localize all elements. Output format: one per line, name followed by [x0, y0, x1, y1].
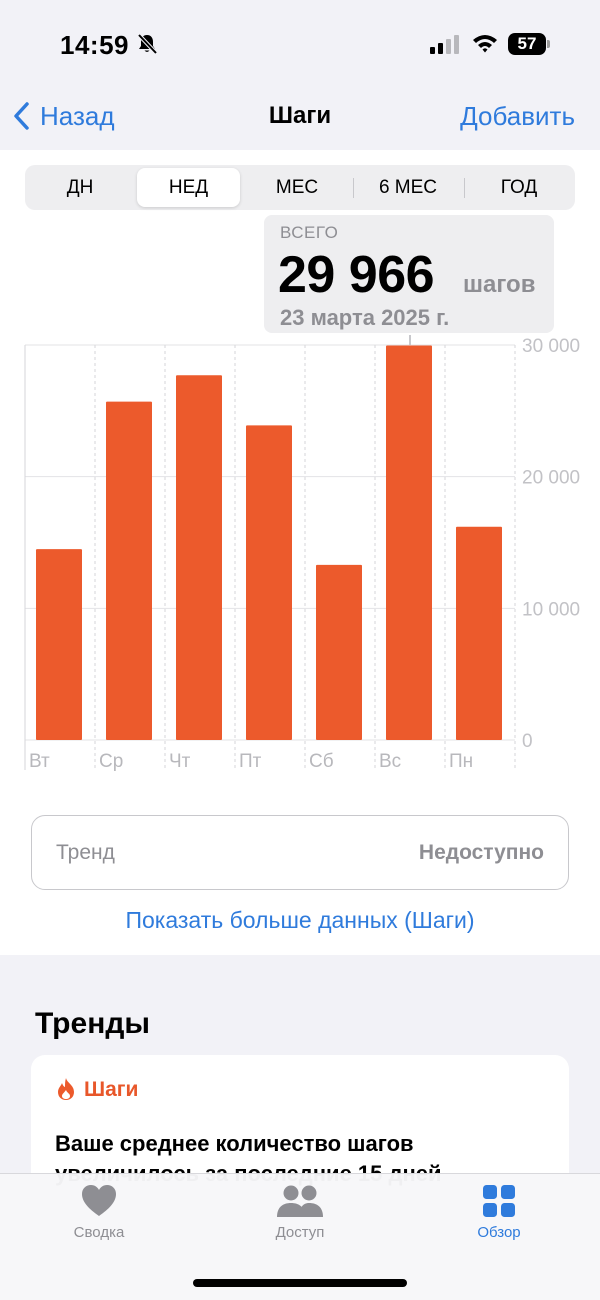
x-tick-label: Пн [449, 751, 473, 772]
segment-month[interactable]: МЕС [245, 168, 349, 207]
trend-label: Тренд [56, 841, 115, 864]
trends-header: Тренды [35, 1007, 150, 1040]
trend-row[interactable]: Тренд Недоступно [31, 815, 569, 890]
x-tick-label: Вт [29, 751, 50, 772]
summary-label: ВСЕГО [280, 223, 339, 242]
nav-bar: Назад Шаги Добавить [0, 80, 600, 150]
bell-slash-icon [137, 33, 158, 55]
segment-divider [353, 178, 354, 198]
y-tick-label: 10 000 [522, 599, 580, 620]
bar-Пн [456, 526, 502, 740]
segment-week[interactable]: НЕД [137, 168, 240, 207]
steps-chart[interactable]: 0 10 000 20 000 30 000 Вт Ср Чт Пт Сб Вс Пн [0, 335, 600, 775]
heart-icon [82, 1185, 116, 1216]
bar-Вт [36, 549, 82, 740]
x-tick-label: Ср [99, 751, 123, 772]
show-more-data-link[interactable]: Показать больше данных (Шаги) [0, 907, 600, 934]
add-button[interactable]: Добавить [460, 101, 575, 132]
segment-year[interactable]: ГОД [466, 168, 572, 207]
home-indicator[interactable] [193, 1279, 407, 1287]
bar-Чт [176, 375, 222, 740]
period-selector: ДН НЕД МЕС 6 МЕС ГОД [25, 165, 575, 210]
bar-Сб [316, 564, 362, 740]
segment-day[interactable]: ДН [28, 168, 132, 207]
x-tick-label: Чт [169, 751, 191, 772]
tab-label: Обзор [477, 1224, 521, 1241]
summary-unit: шагов [463, 271, 536, 298]
tab-browse[interactable]: Обзор [429, 1184, 569, 1241]
segment-divider [464, 178, 465, 198]
selection-summary: ВСЕГО 29 966 шагов 23 марта 2025 г. [264, 215, 554, 333]
trend-card-title: Шаги [84, 1078, 139, 1101]
battery-level: 57 [517, 34, 537, 53]
bar-Пт [246, 425, 292, 740]
x-tick-label: Сб [309, 751, 334, 772]
summary-value: 29 966 [278, 246, 435, 304]
summary-date: 23 марта 2025 г. [280, 305, 450, 330]
tab-sharing[interactable]: Доступ [230, 1184, 370, 1241]
y-tick-label: 20 000 [522, 468, 580, 489]
y-tick-label: 0 [522, 731, 533, 752]
x-tick-label: Пт [239, 751, 262, 772]
x-tick-label: Вс [379, 751, 401, 772]
tab-label: Доступ [275, 1224, 325, 1241]
bar-Ср [106, 401, 152, 740]
battery-icon: 57 [508, 33, 550, 55]
status-bar: 14:59 57 [0, 0, 600, 80]
flame-icon [58, 1078, 74, 1100]
main-panel: ДН НЕД МЕС 6 МЕС ГОД ВСЕГО 29 966 шагов … [0, 150, 600, 955]
status-time: 14:59 [60, 30, 129, 60]
wifi-icon [473, 35, 497, 53]
tab-summary[interactable]: Сводка [29, 1184, 169, 1241]
trend-value: Недоступно [418, 841, 544, 864]
segment-six-months[interactable]: 6 МЕС [355, 168, 461, 207]
bar-Вс [386, 345, 432, 740]
tab-label: Сводка [73, 1224, 125, 1241]
people-icon [277, 1185, 323, 1217]
y-tick-label: 30 000 [522, 336, 580, 357]
grid-icon [483, 1185, 515, 1217]
signal-icon [430, 35, 459, 54]
